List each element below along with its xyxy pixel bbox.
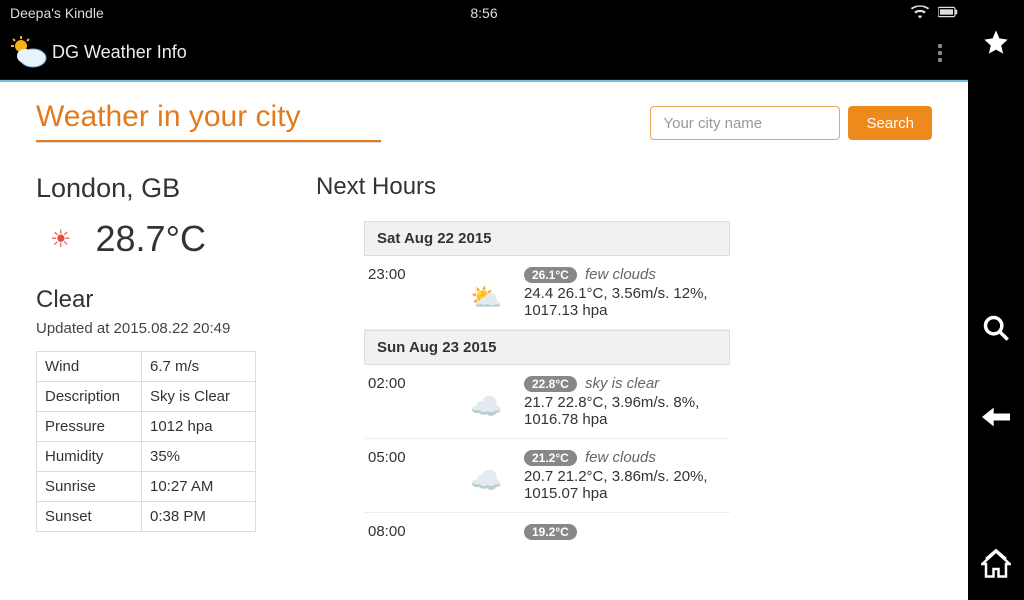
forecast-title: Next Hours	[316, 173, 932, 201]
forecast-hour-row: 08:00 19.2°C	[364, 513, 730, 551]
current-row: ☀ 28.7°C	[36, 218, 286, 260]
forecast-list: Sat Aug 22 2015 23:00 ⛅ 26.1°C few cloud…	[364, 221, 730, 551]
table-row: Sunrise10:27 AM	[37, 472, 256, 502]
heading-wrap: Weather in your city	[36, 100, 381, 143]
pressure-value: 1012 hpa	[142, 412, 256, 442]
system-nav-bar	[968, 0, 1024, 600]
forecast-panel: Next Hours Sat Aug 22 2015 23:00 ⛅ 26.1°…	[316, 173, 932, 551]
app-title: DG Weather Info	[52, 42, 187, 63]
table-row: DescriptionSky is Clear	[37, 382, 256, 412]
current-condition: Clear	[36, 286, 286, 314]
city-search-input[interactable]	[650, 106, 840, 140]
current-weather-panel: London, GB ☀ 28.7°C Clear Updated at 201…	[36, 173, 286, 551]
home-button[interactable]	[981, 549, 1011, 584]
table-row: Wind6.7 m/s	[37, 352, 256, 382]
forecast-hour-row: 23:00 ⛅ 26.1°C few clouds 24.4 26.1°C, 3…	[364, 256, 730, 330]
page-heading: Weather in your city	[36, 100, 381, 142]
table-row: Pressure1012 hpa	[37, 412, 256, 442]
sun-icon: ☀	[50, 225, 72, 254]
sunrise-value: 10:27 AM	[142, 472, 256, 502]
pressure-label: Pressure	[37, 412, 142, 442]
details-table: Wind6.7 m/s DescriptionSky is Clear Pres…	[36, 351, 256, 532]
temp-pill: 22.8°C	[524, 376, 577, 392]
battery-icon	[938, 5, 958, 22]
favorite-button[interactable]	[982, 28, 1010, 61]
humidity-value: 35%	[142, 442, 256, 472]
forecast-time: 02:00	[368, 375, 460, 428]
status-bar: Deepa's Kindle 8:56	[0, 0, 968, 26]
forecast-hour-row: 05:00 ☁️ 21.2°C few clouds 20.7 21.2°C, …	[364, 439, 730, 513]
forecast-info: 22.8°C sky is clear 21.7 22.8°C, 3.96m/s…	[524, 375, 726, 428]
forecast-details: 24.4 26.1°C, 3.56m/s. 12%, 1017.13 hpa	[524, 285, 726, 319]
desc-label: Description	[37, 382, 142, 412]
humidity-label: Humidity	[37, 442, 142, 472]
city-name: London, GB	[36, 173, 286, 204]
overflow-menu-button[interactable]	[920, 51, 960, 55]
forecast-time: 05:00	[368, 449, 460, 502]
search-form: Search	[650, 106, 932, 140]
wifi-icon	[910, 5, 930, 22]
table-row: Sunset0:38 PM	[37, 502, 256, 532]
columns: London, GB ☀ 28.7°C Clear Updated at 201…	[36, 173, 932, 551]
sunset-value: 0:38 PM	[142, 502, 256, 532]
current-temperature: 28.7°C	[96, 218, 206, 260]
search-icon	[982, 314, 1010, 342]
sunrise-label: Sunrise	[37, 472, 142, 502]
app-window: Deepa's Kindle 8:56 DG Weather Info	[0, 0, 968, 600]
forecast-date-header: Sun Aug 23 2015	[364, 330, 730, 365]
content-area[interactable]: Weather in your city Search London, GB ☀…	[0, 80, 968, 600]
star-icon	[982, 28, 1010, 56]
forecast-date-header: Sat Aug 22 2015	[364, 221, 730, 256]
wind-value: 6.7 m/s	[142, 352, 256, 382]
forecast-details: 21.7 22.8°C, 3.96m/s. 8%, 1016.78 hpa	[524, 394, 726, 428]
back-button[interactable]	[982, 403, 1010, 436]
table-row: Humidity35%	[37, 442, 256, 472]
status-right	[910, 5, 958, 22]
cloud-moon-icon: ☁️	[470, 467, 514, 502]
temp-pill: 26.1°C	[524, 267, 577, 283]
forecast-condition: few clouds	[585, 449, 656, 466]
updated-at: Updated at 2015.08.22 20:49	[36, 320, 286, 337]
forecast-condition: few clouds	[585, 266, 656, 283]
forecast-time: 08:00	[368, 523, 460, 541]
app-bar: DG Weather Info	[0, 26, 968, 80]
forecast-info: 26.1°C few clouds 24.4 26.1°C, 3.56m/s. …	[524, 266, 726, 319]
home-icon	[981, 549, 1011, 579]
temp-pill: 21.2°C	[524, 450, 577, 466]
forecast-details: 20.7 21.2°C, 3.86m/s. 20%, 1015.07 hpa	[524, 468, 726, 502]
app-icon	[8, 33, 48, 73]
forecast-info: 19.2°C	[524, 523, 726, 541]
search-button[interactable]: Search	[848, 106, 932, 140]
desc-value: Sky is Clear	[142, 382, 256, 412]
search-button[interactable]	[982, 314, 1010, 347]
temp-pill: 19.2°C	[524, 524, 577, 540]
forecast-time: 23:00	[368, 266, 460, 319]
forecast-hour-row: 02:00 ☁️ 22.8°C sky is clear 21.7 22.8°C…	[364, 365, 730, 439]
few-clouds-icon: ⛅	[470, 284, 514, 319]
device-name: Deepa's Kindle	[10, 5, 104, 21]
cloud-moon-icon: ☁️	[470, 393, 514, 428]
wind-label: Wind	[37, 352, 142, 382]
status-clock: 8:56	[470, 5, 497, 21]
sunset-label: Sunset	[37, 502, 142, 532]
top-row: Weather in your city Search	[36, 100, 932, 143]
overflow-dots-icon	[938, 51, 942, 55]
back-arrow-icon	[982, 403, 1010, 431]
forecast-info: 21.2°C few clouds 20.7 21.2°C, 3.86m/s. …	[524, 449, 726, 502]
forecast-condition: sky is clear	[585, 375, 659, 392]
